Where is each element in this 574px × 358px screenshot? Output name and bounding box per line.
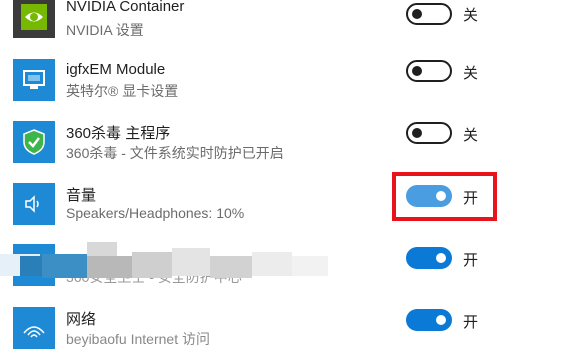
toggle-state-label: 关 (463, 7, 479, 24)
toggle-igfxem-module[interactable] (406, 60, 452, 82)
app-row-nvidia-container: NVIDIA Container NVIDIA 设置 关 (0, 0, 574, 47)
toggle-360-antivirus[interactable] (406, 122, 452, 144)
wifi-icon (13, 307, 55, 349)
intel-graphics-icon (13, 59, 55, 101)
app-name: NVIDIA Container (66, 0, 185, 15)
toggle-network[interactable] (406, 309, 452, 331)
toggle-360-safeguard[interactable] (406, 247, 452, 269)
app-row-360-antivirus: 360杀毒 主程序 360杀毒 - 文件系统实时防护已开启 关 (0, 112, 574, 172)
app-description: 360杀毒 - 文件系统实时防护已开启 (66, 145, 284, 161)
app-description: Speakers/Headphones: 10% (66, 205, 245, 221)
app-description: NVIDIA 设置 (66, 22, 144, 38)
app-description: 英特尔® 显卡设置 (66, 83, 179, 99)
highlight-box (392, 172, 497, 221)
app-row-igfxem-module: igfxEM Module 英特尔® 显卡设置 关 (0, 50, 574, 110)
toggle-state-label: 开 (463, 314, 479, 331)
nvidia-icon (13, 0, 55, 38)
toggle-state-label: 开 (463, 252, 479, 269)
speaker-icon (13, 183, 55, 225)
app-name: 360杀毒 主程序 (66, 125, 171, 142)
shield-check-icon (13, 121, 55, 163)
pixelated-redaction (0, 236, 340, 286)
toggle-state-label: 关 (463, 127, 479, 144)
app-name: 网络 (66, 311, 97, 328)
app-name: igfxEM Module (66, 61, 166, 78)
toggle-state-label: 关 (463, 65, 479, 82)
app-row-network: 网络 beyibaofu Internet 访问 开 (0, 298, 574, 358)
toggle-nvidia-container[interactable] (406, 3, 452, 25)
app-name: 音量 (66, 187, 97, 204)
app-description: beyibaofu Internet 访问 (66, 331, 210, 347)
